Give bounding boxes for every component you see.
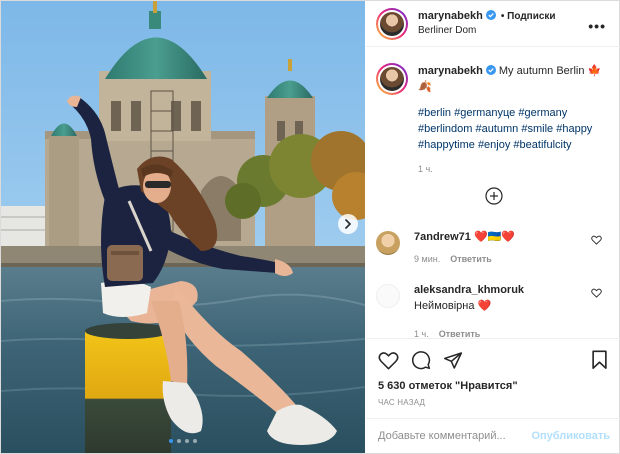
comment-text: ❤️🇺🇦❤️	[473, 231, 516, 243]
follow-status-button[interactable]: • Подписки	[501, 11, 556, 22]
post-image	[1, 1, 365, 453]
next-arrow-icon	[345, 219, 352, 229]
bookmark-icon[interactable]	[591, 350, 608, 370]
post-timestamp[interactable]: ЧАС НАЗАД	[378, 398, 608, 407]
publish-button[interactable]: Опубликовать	[531, 430, 610, 442]
commenter-avatar[interactable]	[376, 284, 400, 308]
hashtag-link[interactable]: #beatifulcity	[513, 139, 571, 151]
hashtag-link[interactable]: #germany	[518, 107, 567, 119]
comment-input[interactable]	[378, 430, 532, 442]
verified-icon	[485, 10, 496, 20]
heart-small-icon[interactable]	[591, 288, 602, 298]
hashtag-link[interactable]: #berlindom	[418, 123, 472, 135]
post-photo[interactable]	[1, 1, 365, 453]
author-avatar[interactable]	[376, 7, 408, 40]
like-icon[interactable]	[378, 351, 399, 370]
commenter-avatar[interactable]	[376, 231, 400, 255]
comment-composer: Опубликовать	[366, 418, 620, 453]
carousel-indicator	[1, 439, 365, 443]
post-actions: 5 630 отметок "Нравится" ЧАС НАЗАД	[366, 338, 620, 424]
hashtag-link[interactable]: #autumn	[475, 123, 518, 135]
more-options-button[interactable]: •••	[588, 18, 606, 34]
hashtag-link[interactable]: #happy	[556, 123, 592, 135]
post-location[interactable]: Berliner Dom	[418, 24, 556, 38]
hashtag-link[interactable]: #enjoy	[478, 139, 510, 151]
caption-time: 1 ч.	[418, 164, 433, 174]
share-icon[interactable]	[443, 351, 463, 370]
carousel-next-button[interactable]	[338, 214, 358, 234]
carousel-dot	[193, 439, 197, 443]
reply-button[interactable]: Ответить	[450, 254, 492, 264]
instagram-post: marynabekh • Подписки Berliner Dom ••• m…	[0, 0, 620, 454]
load-more-icon	[485, 187, 503, 205]
carousel-dot	[177, 439, 181, 443]
load-more-comments-button[interactable]	[485, 187, 503, 205]
heart-small-icon[interactable]	[591, 235, 602, 245]
comment-item: aleksandra_khmoruk Неймовірна ❤️ 1 ч. Отв…	[376, 282, 610, 342]
carousel-dot-active	[169, 439, 173, 443]
caption-avatar[interactable]	[376, 63, 408, 95]
hashtag-link[interactable]: #germanyце	[454, 107, 515, 119]
commenter-username[interactable]: 7andrew71	[414, 231, 471, 243]
hashtag-link[interactable]: #smile	[521, 123, 553, 135]
comment-item: 7andrew71 ❤️🇺🇦❤️ 9 мин. Ответить	[376, 229, 610, 267]
hashtag-link[interactable]: #berlin	[418, 107, 451, 119]
caption-username[interactable]: marynabekh	[418, 65, 483, 77]
comment-time: 9 мин.	[414, 254, 441, 264]
post-header: marynabekh • Подписки Berliner Dom •••	[366, 1, 620, 47]
comment-text: Неймовірна ❤️	[414, 300, 492, 312]
author-username[interactable]: marynabekh	[418, 10, 483, 22]
likes-count[interactable]: 5 630 отметок "Нравится"	[378, 380, 608, 392]
post-side-panel: marynabekh • Подписки Berliner Dom ••• m…	[366, 1, 620, 453]
action-icon-row	[378, 348, 608, 372]
hashtag-list: #berlin #germanyце #germany #berlindom #…	[418, 105, 610, 153]
hashtag-link[interactable]: #happytime	[418, 139, 475, 151]
comment-icon[interactable]	[411, 350, 431, 370]
post-caption: marynabekh My autumn Berlin 🍁🍂 #berlin #…	[376, 63, 610, 177]
carousel-dot	[185, 439, 189, 443]
more-icon: •••	[588, 18, 606, 34]
commenter-username[interactable]: aleksandra_khmoruk	[414, 284, 524, 296]
verified-icon	[485, 65, 496, 75]
author-info: marynabekh • Подписки Berliner Dom	[418, 9, 556, 38]
